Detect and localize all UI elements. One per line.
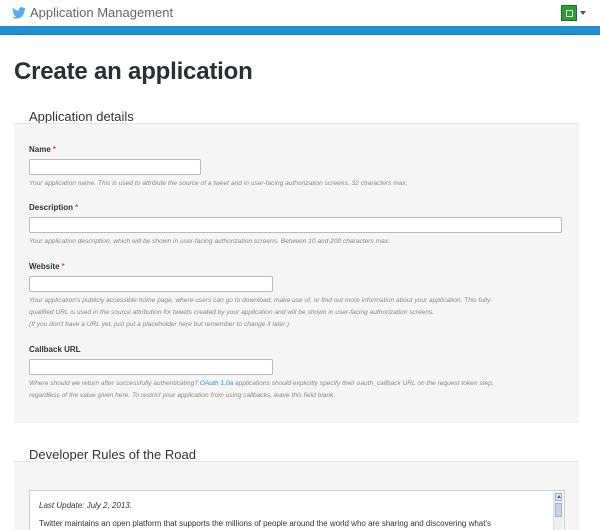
top-navbar: Application Management	[0, 0, 600, 26]
name-help: Your application name. This is used to a…	[29, 180, 408, 187]
scroll-thumb[interactable]	[555, 503, 562, 517]
accent-bar	[0, 26, 600, 35]
description-label: Description *	[29, 203, 79, 212]
website-label: Website *	[29, 262, 65, 271]
app-title: Application Management	[30, 5, 174, 20]
details-heading: Application details	[29, 109, 134, 124]
page-title: Create an application	[14, 58, 253, 85]
website-help: Your application's publicly accessible h…	[29, 297, 493, 328]
rules-last-update: Last Update: July 2, 2013.	[39, 501, 132, 510]
brand[interactable]: Application Management	[12, 5, 173, 20]
name-input[interactable]	[29, 159, 201, 175]
website-input[interactable]	[29, 276, 273, 292]
description-input[interactable]	[29, 217, 562, 233]
account-menu[interactable]	[561, 5, 586, 21]
rules-body-text: Twitter maintains an open platform that …	[39, 519, 491, 528]
oauth-link[interactable]: OAuth 1.0a	[200, 380, 233, 387]
user-avatar-icon	[561, 5, 577, 21]
rules-scrollbar[interactable]	[553, 492, 563, 530]
rules-textbox[interactable]: Last Update: July 2, 2013. Twitter maint…	[29, 490, 565, 530]
callback-url-input[interactable]	[29, 359, 273, 375]
name-label: Name *	[29, 145, 56, 154]
rules-heading: Developer Rules of the Road	[29, 447, 196, 462]
chevron-down-icon	[580, 11, 586, 15]
callback-url-label: Callback URL	[29, 345, 81, 354]
scroll-up-icon[interactable]	[555, 493, 562, 501]
description-help: Your application description, which will…	[29, 238, 390, 245]
callback-url-help: Where should we return after successfull…	[29, 380, 494, 399]
twitter-bird-icon	[12, 6, 26, 19]
